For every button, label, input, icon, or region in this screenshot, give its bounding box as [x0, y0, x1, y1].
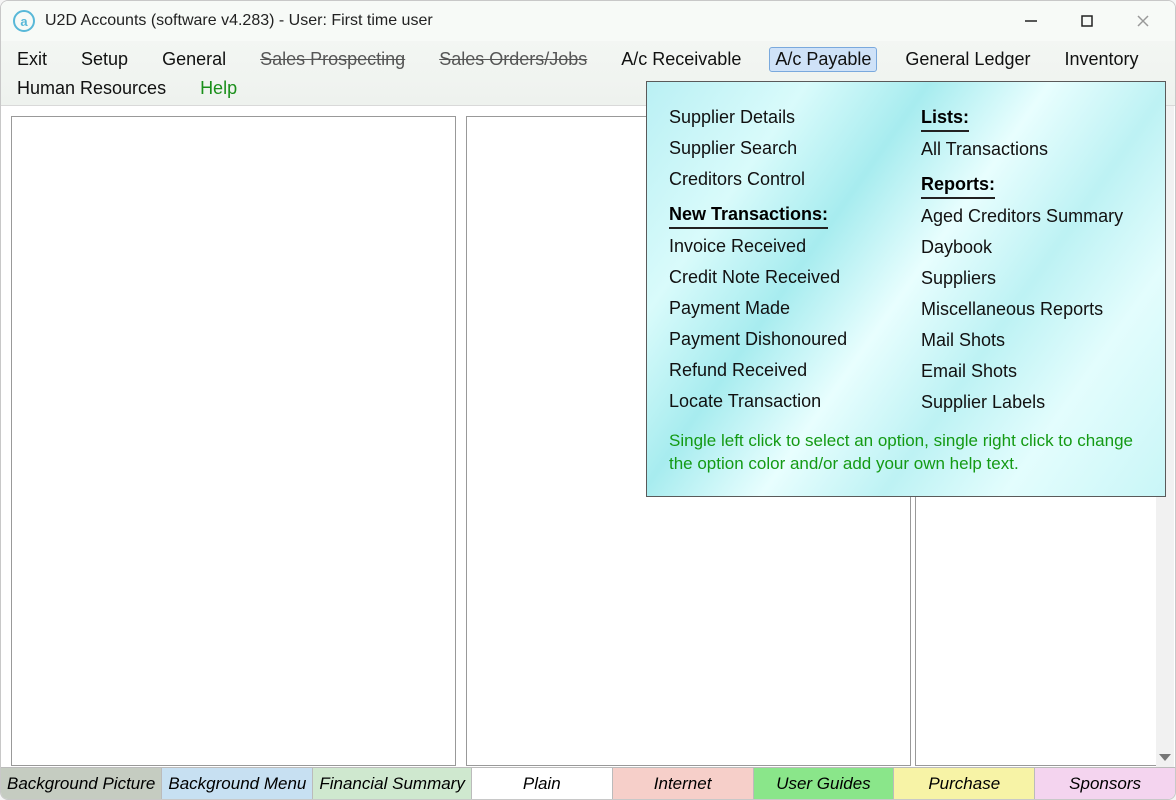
bottom-tabs: Background PictureBackground MenuFinanci… — [1, 767, 1175, 799]
tab-sponsors[interactable]: Sponsors — [1035, 768, 1175, 799]
menu-general-ledger[interactable]: General Ledger — [899, 47, 1036, 72]
tab-background-menu[interactable]: Background Menu — [162, 768, 313, 799]
panel-left — [11, 116, 456, 766]
menu-email-shots[interactable]: Email Shots — [921, 356, 1143, 387]
menu-payment-made[interactable]: Payment Made — [669, 293, 891, 324]
app-window: a U2D Accounts (software v4.283) - User:… — [0, 0, 1176, 800]
titlebar: a U2D Accounts (software v4.283) - User:… — [1, 1, 1175, 41]
dropdown-help-text: Single left click to select an option, s… — [669, 430, 1143, 476]
menu-setup[interactable]: Setup — [75, 47, 134, 72]
menu-invoice-received[interactable]: Invoice Received — [669, 231, 891, 262]
menu-mail-shots[interactable]: Mail Shots — [921, 325, 1143, 356]
menu-refund-received[interactable]: Refund Received — [669, 355, 891, 386]
menu-general[interactable]: General — [156, 47, 232, 72]
menu-supplier-labels[interactable]: Supplier Labels — [921, 387, 1143, 418]
menu-supplier-search[interactable]: Supplier Search — [669, 133, 891, 164]
maximize-button[interactable] — [1059, 3, 1115, 39]
menu-misc-reports[interactable]: Miscellaneous Reports — [921, 294, 1143, 325]
menu-sales-orders-jobs[interactable]: Sales Orders/Jobs — [433, 47, 593, 72]
menu-a-c-payable[interactable]: A/c Payable — [769, 47, 877, 72]
menu-a-c-receivable[interactable]: A/c Receivable — [615, 47, 747, 72]
menu-daybook[interactable]: Daybook — [921, 232, 1143, 263]
menu-inventory[interactable]: Inventory — [1058, 47, 1144, 72]
heading-lists: Lists: — [921, 102, 969, 132]
heading-reports: Reports: — [921, 169, 995, 199]
menu-aged-creditors-summary[interactable]: Aged Creditors Summary — [921, 201, 1143, 232]
workarea: Supplier Details Supplier Search Credito… — [1, 106, 1175, 767]
tab-background-picture[interactable]: Background Picture — [1, 768, 162, 799]
menu-all-transactions[interactable]: All Transactions — [921, 134, 1143, 165]
tab-plain[interactable]: Plain — [472, 768, 613, 799]
menu-exit[interactable]: Exit — [11, 47, 53, 72]
tab-financial-summary[interactable]: Financial Summary — [313, 768, 472, 799]
menu-help[interactable]: Help — [194, 76, 243, 101]
close-button[interactable] — [1115, 3, 1171, 39]
menu-sales-prospecting[interactable]: Sales Prospecting — [254, 47, 411, 72]
scroll-down-icon — [1159, 754, 1171, 761]
tab-user-guides[interactable]: User Guides — [754, 768, 895, 799]
menu-payment-dishonoured[interactable]: Payment Dishonoured — [669, 324, 891, 355]
app-icon: a — [13, 10, 35, 32]
ac-payable-dropdown: Supplier Details Supplier Search Credito… — [646, 81, 1166, 497]
window-title: U2D Accounts (software v4.283) - User: F… — [45, 12, 433, 30]
heading-new-transactions: New Transactions: — [669, 199, 828, 229]
menu-supplier-details[interactable]: Supplier Details — [669, 102, 891, 133]
dropdown-col-1: Supplier Details Supplier Search Credito… — [669, 102, 891, 418]
tab-internet[interactable]: Internet — [613, 768, 754, 799]
menu-suppliers[interactable]: Suppliers — [921, 263, 1143, 294]
menu-creditors-control[interactable]: Creditors Control — [669, 164, 891, 195]
menu-locate-transaction[interactable]: Locate Transaction — [669, 386, 891, 417]
minimize-button[interactable] — [1003, 3, 1059, 39]
dropdown-col-2: Lists: All Transactions Reports: Aged Cr… — [921, 102, 1143, 418]
window-controls — [1003, 3, 1171, 39]
tab-purchase[interactable]: Purchase — [894, 768, 1035, 799]
menu-credit-note-received[interactable]: Credit Note Received — [669, 262, 891, 293]
menu-human-resources[interactable]: Human Resources — [11, 76, 172, 101]
